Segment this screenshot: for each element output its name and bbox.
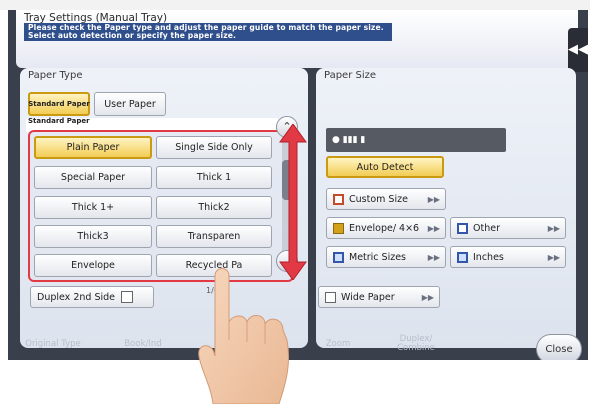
metric-sizes-button[interactable]: Metric Sizes ▶▶ [326, 246, 446, 268]
inches-icon [457, 251, 468, 263]
double-chevron-right-icon: ▶▶ [427, 252, 440, 262]
inches-button[interactable]: Inches ▶▶ [450, 246, 566, 268]
footer-tab-book[interactable]: Book/Ind [108, 340, 178, 349]
option-label: Single Side Only [175, 142, 253, 153]
metric-icon [333, 251, 344, 263]
tab-standard-paper-label: Standard Paper [28, 99, 90, 108]
tab-user-paper-label: User Paper [104, 98, 156, 110]
footer-tab-duplex-combine[interactable]: Duplex/ Combine [386, 335, 446, 353]
tab-user-paper[interactable]: User Paper [94, 92, 166, 116]
wide-paper-button[interactable]: Wide Paper ▶▶ [318, 286, 440, 308]
option-thick-1-plus[interactable]: Thick 1+ [34, 196, 152, 219]
double-chevron-right-icon: ▶▶ [427, 194, 440, 204]
double-chevron-right-icon: ▶▶ [427, 223, 440, 233]
duplex-label: Duplex 2nd Side [37, 291, 115, 303]
option-transparency[interactable]: Transparen [156, 225, 272, 248]
tab-standard-paper[interactable]: Standard Paper [28, 92, 90, 116]
double-chevron-left-icon: ◀◀ [568, 42, 588, 57]
other-size-button[interactable]: Other ▶▶ [450, 217, 566, 239]
option-thick-2[interactable]: Thick2 [156, 196, 272, 219]
option-plain-paper[interactable]: Plain Paper [34, 136, 152, 159]
double-chevron-right-icon: ▶▶ [421, 292, 434, 302]
option-label: Thick2 [198, 202, 230, 213]
device-top-strip [0, 0, 590, 10]
footer-tab-zoom[interactable]: Zoom [308, 340, 368, 349]
envelope-4x6-button[interactable]: Envelope/ 4×6 ▶▶ [326, 217, 446, 239]
double-chevron-right-icon: ▶▶ [547, 252, 560, 262]
custom-size-button[interactable]: Custom Size ▶▶ [326, 188, 446, 210]
option-label: Special Paper [60, 172, 126, 183]
scroll-direction-arrow-icon [279, 124, 307, 280]
paper-size-display: ● ▮▮▮ ▮ [326, 128, 506, 152]
footer-tab-original-type[interactable]: Original Type [8, 340, 98, 349]
close-label: Close [545, 343, 573, 355]
inches-label: Inches [473, 251, 504, 263]
option-thick-3[interactable]: Thick3 [34, 225, 152, 248]
option-label: Plain Paper [66, 142, 120, 153]
option-label: Thick3 [77, 231, 109, 242]
auto-detect-button[interactable]: Auto Detect [326, 156, 444, 178]
wide-paper-label: Wide Paper [341, 291, 395, 303]
envelope-icon [333, 222, 344, 234]
option-thick-1[interactable]: Thick 1 [156, 166, 272, 189]
duplex-2nd-side-button[interactable]: Duplex 2nd Side [30, 286, 154, 308]
other-label: Other [473, 222, 500, 234]
option-label: Transparen [187, 231, 241, 242]
dialog-header: Tray Settings (Manual Tray) Please check… [16, 10, 578, 68]
close-button[interactable]: Close [536, 334, 582, 360]
pointing-hand-icon [198, 268, 290, 404]
option-label: Thick 1 [196, 172, 232, 183]
paper-type-label: Paper Type [28, 70, 83, 81]
instruction-message: Please check the Paper type and adjust t… [24, 23, 392, 42]
option-single-side-only[interactable]: Single Side Only [156, 136, 272, 159]
duplex-checkbox[interactable] [121, 291, 133, 303]
metric-label: Metric Sizes [349, 251, 407, 263]
paper-size-label: Paper Size [324, 70, 377, 81]
envelope-label: Envelope/ 4×6 [349, 222, 420, 234]
custom-size-icon [333, 193, 344, 205]
wide-paper-checkbox[interactable] [325, 291, 336, 303]
double-chevron-right-icon: ▶▶ [547, 223, 560, 233]
option-label: Envelope [71, 260, 115, 271]
custom-size-label: Custom Size [349, 193, 408, 205]
option-envelope[interactable]: Envelope [34, 254, 152, 277]
other-size-icon [457, 222, 468, 234]
auto-detect-label: Auto Detect [356, 161, 414, 173]
option-label: Thick 1+ [71, 202, 115, 213]
collapse-panel-button[interactable]: ◀◀ [568, 28, 588, 72]
option-special-paper[interactable]: Special Paper [34, 166, 152, 189]
